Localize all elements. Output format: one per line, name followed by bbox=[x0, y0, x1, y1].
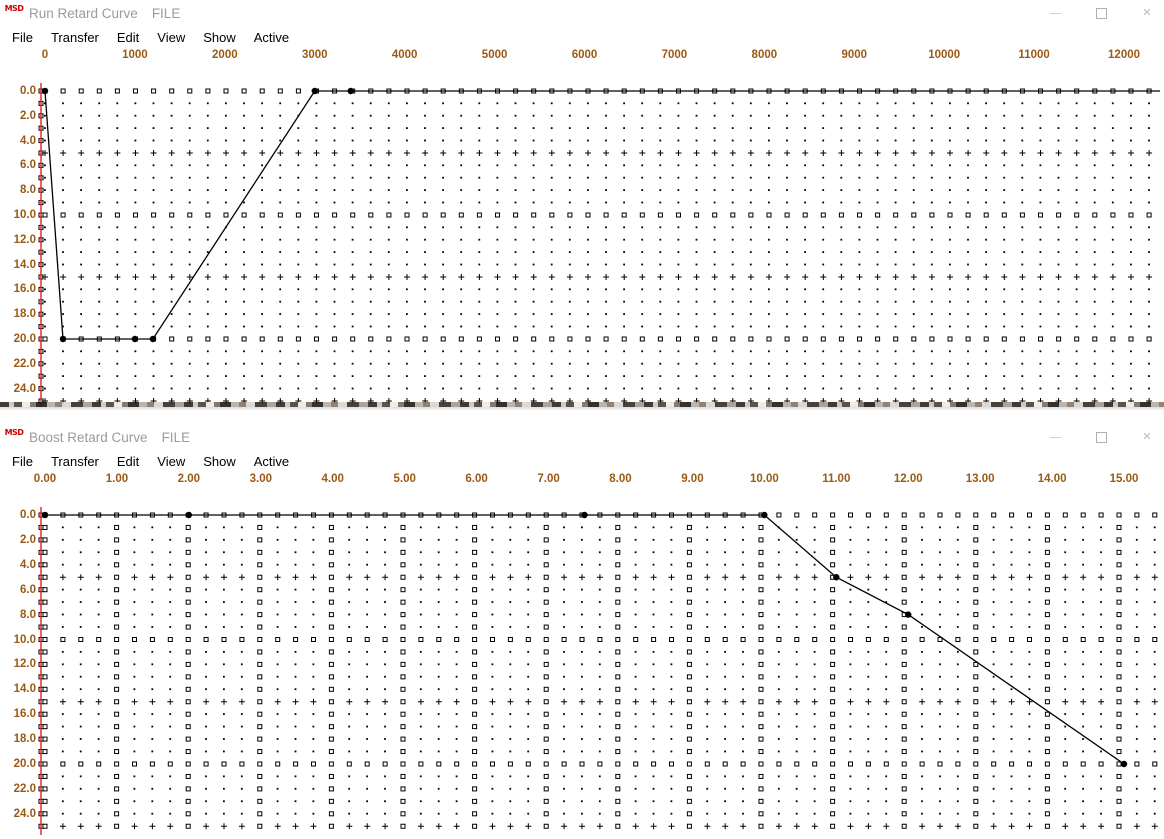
menu-item-file[interactable]: File bbox=[3, 28, 42, 48]
x-axis-tick-label: 8000 bbox=[751, 49, 778, 61]
chart-svg bbox=[38, 507, 1158, 835]
x-axis-tick-label: 9.00 bbox=[681, 473, 704, 485]
curve-data-point[interactable] bbox=[581, 511, 588, 519]
x-axis-tick-label: 3000 bbox=[301, 49, 328, 61]
window-controls-run-retard: ✕ bbox=[1032, 0, 1164, 27]
titlebar-boost-retard[interactable]: MSD Boost Retard Curve FILE ✕ bbox=[0, 424, 1164, 451]
menu-item-active[interactable]: Active bbox=[245, 452, 298, 472]
x-axis-tick-label: 7.00 bbox=[537, 473, 560, 485]
x-axis-tick-label: 3.00 bbox=[249, 473, 272, 485]
grid-markers bbox=[42, 88, 1153, 404]
x-axis-tick-label: 0 bbox=[41, 49, 49, 61]
x-axis-tick-label: 2000 bbox=[212, 49, 238, 61]
curve-data-point[interactable] bbox=[131, 335, 139, 343]
msd-logo-icon: MSD bbox=[4, 3, 24, 13]
curve-data-point[interactable] bbox=[347, 87, 354, 95]
maximize-icon[interactable] bbox=[1078, 0, 1124, 27]
x-axis-tick-label: 13.00 bbox=[965, 473, 995, 485]
x-axis-tick-label: 12.00 bbox=[893, 473, 923, 485]
chart-boost-retard[interactable]: 0.00 1.00 2.00 3.00 4.00 5.00 6.00 7.00 8.00 9.00… bbox=[0, 473, 1164, 835]
x-axis-tick-label: 9000 bbox=[841, 49, 868, 61]
window-file-label: FILE bbox=[151, 6, 181, 21]
msd-logo-icon: MSD bbox=[4, 427, 24, 437]
curve-data-point[interactable] bbox=[311, 87, 318, 95]
minimize-icon[interactable] bbox=[1032, 0, 1078, 27]
x-axis-tick-label: 8.00 bbox=[609, 473, 632, 485]
x-axis-tick-label: 10.00 bbox=[749, 473, 779, 485]
menu-item-show[interactable]: Show bbox=[194, 452, 245, 472]
background-window-strip bbox=[0, 398, 1164, 410]
curve-data-points[interactable] bbox=[41, 87, 354, 343]
x-axis-tick-label: 5.00 bbox=[393, 473, 416, 485]
screen-root: MSD Run Retard Curve FILE ✕ File Transfe… bbox=[0, 0, 1164, 839]
curve-data-point[interactable] bbox=[1120, 760, 1128, 768]
curve-data-point[interactable] bbox=[41, 87, 49, 95]
x-axis-tick-label: 1000 bbox=[122, 49, 148, 61]
x-axis-tick-label: 6000 bbox=[571, 49, 598, 61]
x-axis-tick-label: 11.00 bbox=[822, 473, 851, 485]
menu-item-edit[interactable]: Edit bbox=[108, 452, 148, 472]
menu-item-edit[interactable]: Edit bbox=[108, 28, 148, 48]
window-title: Boost Retard Curve bbox=[29, 430, 148, 445]
menu-item-file[interactable]: File bbox=[3, 452, 42, 472]
x-axis-tick-label: 14.00 bbox=[1037, 473, 1067, 485]
window-file-label: FILE bbox=[161, 430, 191, 445]
menu-item-view[interactable]: View bbox=[148, 28, 194, 48]
x-axis-tick-label: 4000 bbox=[391, 49, 418, 61]
minimize-icon[interactable] bbox=[1032, 424, 1078, 451]
menu-item-transfer[interactable]: Transfer bbox=[42, 28, 108, 48]
menu-item-active[interactable]: Active bbox=[245, 28, 298, 48]
x-axis-tick-label: 11000 bbox=[1018, 49, 1050, 61]
x-axis-tick-label: 15.00 bbox=[1109, 473, 1139, 485]
x-axis-tick-labels: 0 1000 2000 3000 4000 5000 6000 7000 8000 9000 100… bbox=[0, 49, 1164, 66]
plot-canvas-run-retard[interactable]: 0.0 2.0 4.0 6.0 8.0 10.0 12.0 14.0 16.0 18.0 20.0 2… bbox=[0, 66, 1164, 407]
x-axis-tick-label: 6.00 bbox=[465, 473, 488, 485]
curve-data-point[interactable] bbox=[833, 574, 840, 581]
menu-item-view[interactable]: View bbox=[148, 452, 194, 472]
titlebar-run-retard[interactable]: MSD Run Retard Curve FILE ✕ bbox=[0, 0, 1164, 27]
curve-data-points[interactable] bbox=[41, 511, 1128, 768]
x-axis-tick-labels: 0.00 1.00 2.00 3.00 4.00 5.00 6.00 7.00 8.00 9.00… bbox=[0, 473, 1164, 490]
curve-data-point[interactable] bbox=[761, 511, 768, 519]
window-run-retard-curve: MSD Run Retard Curve FILE ✕ File Transfe… bbox=[0, 0, 1164, 410]
close-icon[interactable]: ✕ bbox=[1124, 0, 1164, 27]
window-controls-boost-retard: ✕ bbox=[1032, 424, 1164, 451]
x-axis-tick-label: 7000 bbox=[661, 49, 688, 61]
menubar-run-retard: File Transfer Edit View Show Active bbox=[0, 27, 1164, 49]
curve-data-point[interactable] bbox=[905, 611, 912, 618]
x-axis-tick-label: 2.00 bbox=[177, 473, 201, 485]
window-title: Run Retard Curve bbox=[29, 6, 138, 21]
menubar-boost-retard: File Transfer Edit View Show Active bbox=[0, 451, 1164, 473]
curve-data-point[interactable] bbox=[185, 511, 193, 519]
x-axis-tick-label: 5000 bbox=[481, 49, 508, 61]
maximize-icon[interactable] bbox=[1078, 424, 1124, 451]
curve-data-point[interactable] bbox=[41, 511, 49, 519]
close-icon[interactable]: ✕ bbox=[1124, 424, 1164, 451]
plot-canvas-boost-retard[interactable]: 0.0 2.0 4.0 6.0 8.0 10.0 12.0 14.0 16.0 18.0 20.0 2… bbox=[0, 490, 1164, 835]
window-boost-retard-curve: MSD Boost Retard Curve FILE ✕ File Trans… bbox=[0, 424, 1164, 839]
x-axis-tick-label: 12000 bbox=[1108, 49, 1141, 61]
x-axis-tick-label: 4.00 bbox=[321, 473, 344, 485]
menu-item-show[interactable]: Show bbox=[194, 28, 245, 48]
menu-item-transfer[interactable]: Transfer bbox=[42, 452, 108, 472]
chart-run-retard[interactable]: 0 1000 2000 3000 4000 5000 6000 7000 8000 9000 100… bbox=[0, 49, 1164, 407]
x-axis-tick-label: 0.00 bbox=[33, 473, 57, 485]
curve-line[interactable] bbox=[44, 90, 1160, 340]
curve-data-point[interactable] bbox=[149, 335, 157, 343]
x-axis-tick-label: 1.00 bbox=[105, 473, 129, 485]
x-axis-tick-label: 10000 bbox=[928, 49, 961, 61]
curve-data-point[interactable] bbox=[59, 335, 67, 343]
chart-svg bbox=[38, 83, 1160, 407]
